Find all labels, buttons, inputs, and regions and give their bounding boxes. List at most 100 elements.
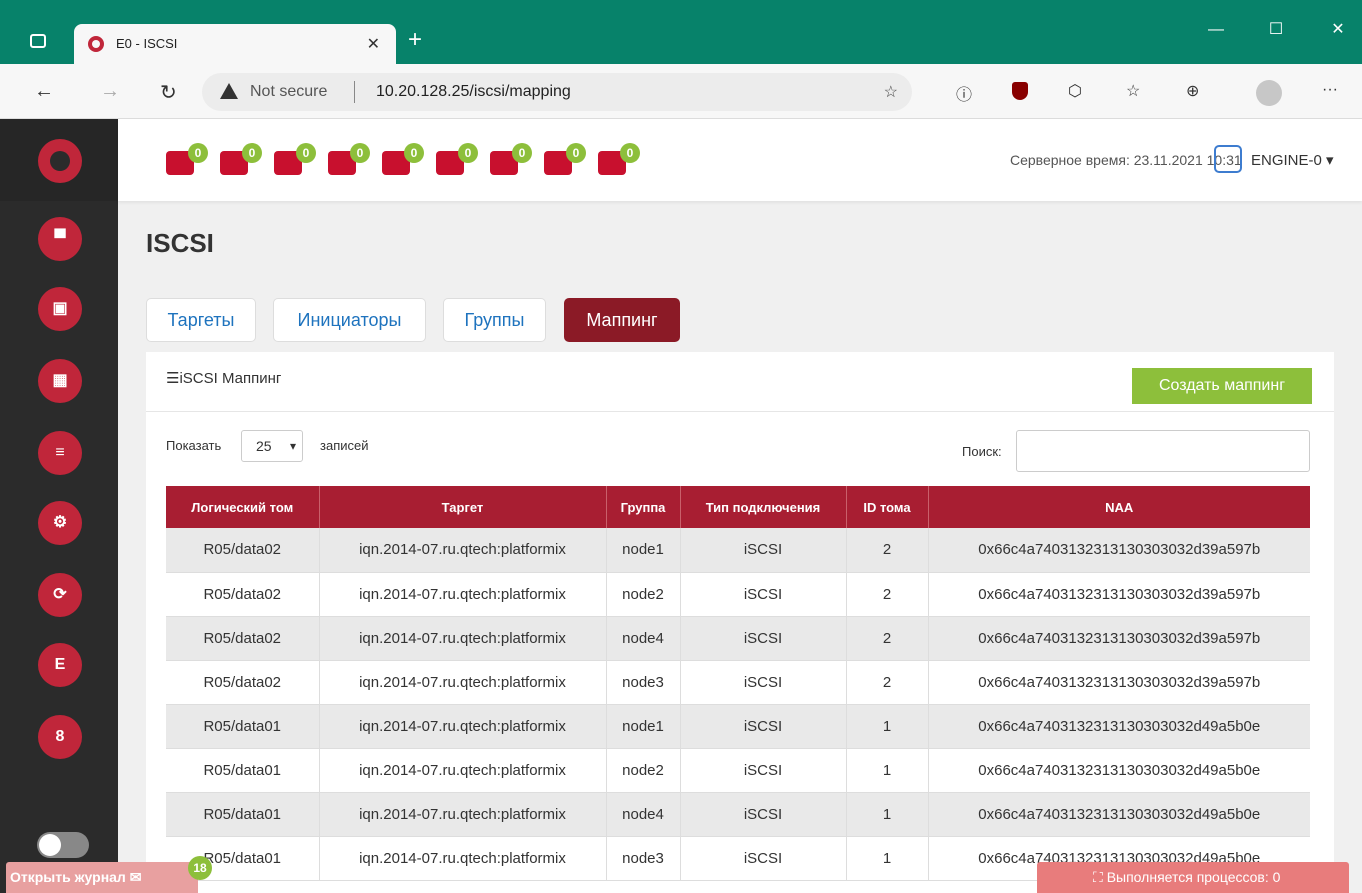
more-menu-icon[interactable]: ··· xyxy=(1322,81,1338,99)
table-cell: 1 xyxy=(846,792,929,837)
search-label: Поиск: xyxy=(962,444,1002,459)
tab-actions-icon[interactable] xyxy=(30,34,46,48)
replication-status-icon[interactable]: 0 xyxy=(598,143,640,175)
window-close-icon[interactable]: ✕ xyxy=(1328,20,1348,40)
table-header-row: Логический том Таргет Группа Тип подключ… xyxy=(166,486,1310,528)
journal-icon: ✉ xyxy=(129,869,142,885)
table-cell: R05/data02 xyxy=(166,572,320,617)
table-row[interactable]: R05/data01 iqn.2014-07.ru.qtech:platformi… xyxy=(166,704,1310,749)
table-cell: R05/data01 xyxy=(166,704,320,749)
collections-icon[interactable]: ⊕ xyxy=(1186,81,1199,101)
disk-status-icon[interactable]: 0 xyxy=(220,143,262,175)
column-header[interactable]: Логический том xyxy=(166,486,320,528)
table-cell: 0x66c4a7403132313130303032d49a5b0e xyxy=(928,792,1310,837)
toggle-settings-icon[interactable]: 8 xyxy=(38,715,82,759)
column-header[interactable]: ID тома xyxy=(846,486,929,528)
processes-icon: ⛶ xyxy=(1093,869,1103,885)
sync-icon[interactable]: ⟳ xyxy=(38,573,82,617)
memory-status-icon[interactable]: 0 xyxy=(544,143,586,175)
open-journal-button[interactable]: Открыть журнал ✉ 18 xyxy=(6,856,212,893)
minimize-icon[interactable]: — xyxy=(1206,20,1226,40)
port-status-icon[interactable]: 0 xyxy=(382,143,424,175)
server-settings-status-icon[interactable]: 0 xyxy=(328,143,370,175)
url-bar[interactable]: Not secure 10.20.128.25/iscsi/mapping ☆ xyxy=(202,73,912,111)
tab-title: E0 - ISCSI xyxy=(116,36,178,51)
theme-toggle[interactable] xyxy=(37,832,89,858)
table-cell: iqn.2014-07.ru.qtech:platformix xyxy=(319,836,607,881)
close-tab-icon[interactable]: ✕ xyxy=(367,34,380,54)
disk-icon[interactable]: ▦ xyxy=(38,359,82,403)
ublock-icon[interactable] xyxy=(1012,82,1028,100)
table-cell: node4 xyxy=(606,792,681,837)
folder-settings-status-icon[interactable]: 0 xyxy=(490,143,532,175)
address-toolbar: ← → ↻ Not secure 10.20.128.25/iscsi/mapp… xyxy=(0,64,1362,119)
back-icon[interactable]: ← xyxy=(34,80,54,103)
table-row[interactable]: R05/data01 iqn.2014-07.ru.qtech:platformi… xyxy=(166,792,1310,837)
processes-status[interactable]: ⛶ Выполняется процессов: 0 xyxy=(1037,862,1349,893)
table-cell: 0x66c4a7403132313130303032d39a597b xyxy=(928,528,1310,573)
table-cell: R05/data01 xyxy=(166,792,320,837)
column-header[interactable]: Тип подключения xyxy=(680,486,847,528)
table-cell: 1 xyxy=(846,836,929,881)
table-cell: 0x66c4a7403132313130303032d39a597b xyxy=(928,572,1310,617)
table-cell: iSCSI xyxy=(680,792,847,837)
settings-icon[interactable]: ⚙ xyxy=(38,501,82,545)
app-logo[interactable] xyxy=(38,139,82,183)
tab-targets[interactable]: Таргеты xyxy=(146,298,256,342)
tab-groups[interactable]: Группы xyxy=(443,298,546,342)
storage-icon[interactable]: ≡ xyxy=(38,431,82,475)
forward-icon[interactable]: → xyxy=(100,80,120,103)
table-row[interactable]: R05/data02 iqn.2014-07.ru.qtech:platformi… xyxy=(166,660,1310,705)
column-header[interactable]: NAA xyxy=(928,486,1310,528)
maximize-icon[interactable]: ☐ xyxy=(1266,20,1286,40)
entries-label: записей xyxy=(320,438,369,453)
table-cell: R05/data02 xyxy=(166,528,320,573)
table-cell: node2 xyxy=(606,572,681,617)
user-icon[interactable] xyxy=(1214,145,1242,173)
site-favicon-icon xyxy=(88,36,104,52)
monitor-icon[interactable]: ▀ xyxy=(38,217,82,261)
warning-icon xyxy=(220,83,238,99)
table-cell: iSCSI xyxy=(680,660,847,705)
server-status-icon[interactable]: 0 xyxy=(274,143,316,175)
table-cell: R05/data02 xyxy=(166,616,320,661)
profile-avatar[interactable] xyxy=(1256,80,1282,106)
refresh-icon[interactable]: ↻ xyxy=(160,80,177,105)
table-cell: R05/data01 xyxy=(166,748,320,793)
tab-mapping[interactable]: Маппинг xyxy=(564,298,680,342)
favorites-icon[interactable]: ☆ xyxy=(1126,81,1140,101)
table-cell: node1 xyxy=(606,528,681,573)
table-row[interactable]: R05/data02 iqn.2014-07.ru.qtech:platformi… xyxy=(166,528,1310,573)
table-row[interactable]: R05/data02 iqn.2014-07.ru.qtech:platformi… xyxy=(166,616,1310,661)
create-mapping-button[interactable]: Создать маппинг xyxy=(1132,368,1312,404)
network-icon[interactable]: ▣ xyxy=(38,287,82,331)
table-cell: iSCSI xyxy=(680,528,847,573)
table-cell: iSCSI xyxy=(680,836,847,881)
database-status-icon[interactable]: 0 xyxy=(166,143,208,175)
table-row[interactable]: R05/data02 iqn.2014-07.ru.qtech:platformi… xyxy=(166,572,1310,617)
table-cell: 0x66c4a7403132313130303032d49a5b0e xyxy=(928,704,1310,749)
table-cell: 0x66c4a7403132313130303032d39a597b xyxy=(928,616,1310,661)
table-cell: iqn.2014-07.ru.qtech:platformix xyxy=(319,572,607,617)
password-icon[interactable]: ⓘ xyxy=(956,81,972,105)
extensions-icon[interactable]: ⬡ xyxy=(1068,81,1082,101)
new-tab-icon[interactable]: + xyxy=(408,26,422,54)
tab-initiators[interactable]: Инициаторы xyxy=(273,298,426,342)
page-length-select[interactable]: 25 ▾ xyxy=(241,430,303,462)
mapping-card: ☰iSCSI Маппинг Создать маппинг Показать … xyxy=(146,352,1334,893)
list-icon[interactable]: E xyxy=(38,643,82,687)
browser-tab[interactable]: E0 - ISCSI ✕ xyxy=(74,24,396,64)
search-input[interactable] xyxy=(1016,430,1310,472)
table-cell: iqn.2014-07.ru.qtech:platformix xyxy=(319,792,607,837)
column-header[interactable]: Таргет xyxy=(319,486,607,528)
pulse-status-icon[interactable]: 0 xyxy=(436,143,478,175)
app-header: 0 0 0 0 0 0 0 0 0 Серверное время: 23.11… xyxy=(118,119,1362,201)
table-cell: 1 xyxy=(846,748,929,793)
table-cell: iSCSI xyxy=(680,616,847,661)
column-header[interactable]: Группа xyxy=(606,486,681,528)
url-text[interactable]: 10.20.128.25/iscsi/mapping xyxy=(376,83,571,101)
add-favorite-icon[interactable]: ☆ xyxy=(884,82,898,102)
user-menu[interactable]: ENGINE-0 ▾ xyxy=(1251,151,1334,169)
table-cell: node1 xyxy=(606,704,681,749)
table-row[interactable]: R05/data01 iqn.2014-07.ru.qtech:platformi… xyxy=(166,748,1310,793)
